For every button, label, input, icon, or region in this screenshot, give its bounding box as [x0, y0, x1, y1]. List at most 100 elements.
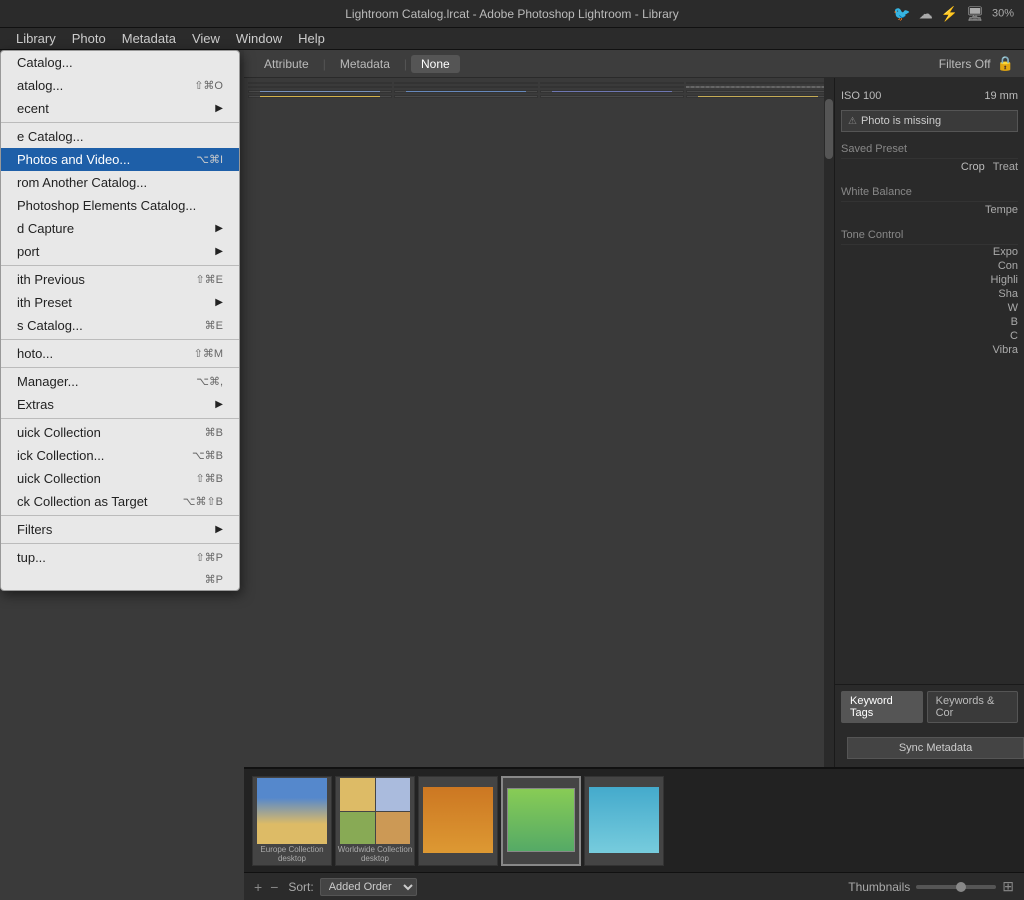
grid-row-3: 199 ! 201 ! 202 ! 203	[248, 90, 830, 93]
dropdown-setup[interactable]: tup... ⇧⌘P	[1, 546, 239, 569]
shadow-label: Sha	[998, 288, 1018, 300]
tone-section: Tone Control Expo Con Highli Sha	[841, 226, 1018, 357]
thumbnails-label: Thumbnails	[848, 880, 910, 894]
bottom-bar: + − Sort: Added Order Capture Time File …	[244, 872, 1024, 900]
content-area: 86 ! 87 ! 88 !	[244, 78, 1024, 767]
white-balance-field: White Balance	[841, 183, 1018, 202]
grid-row-2: 93 ! 94 ! 95 ! 96	[248, 86, 830, 88]
slider-thumb[interactable]	[956, 882, 966, 892]
dropdown-quick-collection2[interactable]: ick Collection... ⌥⌘B	[1, 444, 239, 467]
dropdown-another-catalog[interactable]: rom Another Catalog...	[1, 171, 239, 194]
scroll-thumb[interactable]	[825, 99, 833, 159]
grid-row-1: 86 ! 87 ! 88 !	[248, 82, 830, 84]
filmstrip-item-4[interactable]	[501, 776, 581, 866]
battery-info: 30%	[992, 8, 1014, 20]
dropdown-quick-collection[interactable]: uick Collection ⌘B	[1, 421, 239, 444]
bluetooth-icon: ⚡	[941, 5, 958, 22]
grid-cell-209[interactable]: ! Worldwide Collection desktop	[540, 95, 684, 98]
grid-cell-199[interactable]: 199 !	[248, 90, 392, 93]
menu-metadata[interactable]: Metadata	[114, 29, 184, 48]
dropdown-export[interactable]: port ▶	[1, 240, 239, 263]
dropdown-collection-target[interactable]: ck Collection as Target ⌥⌘⇧B	[1, 490, 239, 513]
menu-view[interactable]: View	[184, 29, 228, 48]
grid-cell-86[interactable]: 86 !	[248, 82, 392, 84]
missing-photo-box: ⚠ Photo is missing	[841, 110, 1018, 132]
white-balance-label: White Balance	[841, 186, 912, 198]
grid-cell-94[interactable]: 94 !	[394, 86, 538, 88]
right-panel-top: ISO 100 19 mm ⚠ Photo is missing Saved P…	[835, 78, 1024, 685]
dropdown-with-previous[interactable]: ith Previous ⇧⌘E	[1, 268, 239, 291]
dropdown-extras[interactable]: Extras ▶	[1, 393, 239, 416]
sort-select[interactable]: Added Order Capture Time File Name	[320, 878, 417, 896]
separator-1	[1, 122, 239, 123]
dropdown-open-catalog[interactable]: atalog... ⇧⌘O	[1, 74, 239, 97]
dropdown-with-preset[interactable]: ith Preset ▶	[1, 291, 239, 314]
filter-tab-attribute[interactable]: Attribute	[254, 55, 319, 73]
dropdown-catalog[interactable]: Catalog...	[1, 51, 239, 74]
filmstrip-item-3[interactable]	[418, 776, 498, 866]
exposure-label: Expo	[993, 246, 1018, 258]
separator-2	[1, 265, 239, 266]
tone-field: Tone Control	[841, 226, 1018, 245]
separator-7	[1, 543, 239, 544]
preset-section: Saved Preset Crop Treat	[841, 140, 1018, 175]
thumbnail-size-slider[interactable]	[916, 885, 996, 889]
treat-label: Treat	[993, 161, 1018, 173]
dropdown-quick-collection3[interactable]: uick Collection ⇧⌘B	[1, 467, 239, 490]
sync-metadata-button[interactable]: Sync Metadata	[847, 737, 1024, 759]
grid-cell-93[interactable]: 93 !	[248, 86, 392, 88]
saved-preset-label: Saved Preset	[841, 143, 907, 155]
grid-cell-201[interactable]: 201 !	[394, 90, 538, 93]
dropdown-new-catalog[interactable]: e Catalog...	[1, 125, 239, 148]
lock-icon[interactable]: 🔒	[997, 55, 1014, 72]
temp-label: Tempe	[985, 204, 1018, 216]
minus-icon[interactable]: −	[270, 879, 278, 895]
dropdown-photos-video[interactable]: Photos and Video... ⌥⌘I	[1, 148, 239, 171]
menu-bar: Library Photo Metadata View Window Help	[0, 28, 1024, 50]
keyword-tags-tab[interactable]: Keyword Tags	[841, 691, 923, 723]
grid-cell-87[interactable]: 87 !	[394, 82, 538, 84]
right-panel: ISO 100 19 mm ⚠ Photo is missing Saved P…	[834, 78, 1024, 767]
menu-library[interactable]: Library	[8, 29, 64, 48]
dropdown-menu: Catalog... atalog... ⇧⌘O ecent ▶ e Catal…	[0, 50, 240, 591]
dropdown-as-catalog[interactable]: s Catalog... ⌘E	[1, 314, 239, 337]
filter-tab-metadata[interactable]: Metadata	[330, 55, 400, 73]
main-content: Attribute | Metadata | None Filters Off …	[244, 50, 1024, 900]
scroll-track[interactable]	[824, 78, 834, 767]
dropdown-recent[interactable]: ecent ▶	[1, 97, 239, 120]
bottom-icons: + −	[254, 879, 278, 895]
filmstrip-item-2[interactable]: Worldwide Collection desktop	[335, 776, 415, 866]
sort-area: Sort: Added Order Capture Time File Name	[288, 878, 416, 896]
grid-cell-208[interactable]: ! Worldwide Collection desktop	[394, 95, 538, 98]
vibrance-label: Vibra	[993, 344, 1018, 356]
menu-window[interactable]: Window	[228, 29, 290, 48]
grid-cell-95[interactable]: 95 !	[540, 86, 684, 88]
dropdown-capture[interactable]: d Capture ▶	[1, 217, 239, 240]
keywords-cor-tab[interactable]: Keywords & Cor	[927, 691, 1018, 723]
dropdown-manager[interactable]: Manager... ⌥⌘,	[1, 370, 239, 393]
dropdown-filters[interactable]: Filters ▶	[1, 518, 239, 541]
grid-cell-210[interactable]: ! Worldwide Collection desktop	[686, 95, 830, 98]
photo-grid: 86 ! 87 ! 88 !	[244, 78, 834, 102]
iso-value: ISO 100	[841, 90, 881, 102]
add-icon[interactable]: +	[254, 879, 262, 895]
grid-cell-89[interactable]: 89 !	[686, 82, 830, 84]
clarity-label: C	[1010, 330, 1018, 342]
filter-tab-none[interactable]: None	[411, 55, 460, 73]
grid-cell-96[interactable]: 96 !	[686, 86, 830, 88]
grid-cell-202[interactable]: 202 !	[540, 90, 684, 93]
grid-cell-207[interactable]: 207 ! Europe Collection desktop	[248, 95, 392, 98]
menu-photo[interactable]: Photo	[64, 29, 114, 48]
keyword-tabs: Keyword Tags Keywords & Cor	[835, 685, 1024, 729]
dropdown-photo[interactable]: hoto... ⇧⌘M	[1, 342, 239, 365]
filmstrip-item-1[interactable]: Europe Collection desktop	[252, 776, 332, 866]
dropdown-print[interactable]: ⌘P	[1, 569, 239, 590]
filmstrip-item-5[interactable]	[584, 776, 664, 866]
menu-help[interactable]: Help	[290, 29, 333, 48]
cloud-icon: ☁	[919, 5, 933, 22]
grid-cell-203[interactable]: 203 ! Europe Collection desktop	[686, 90, 830, 93]
expand-icon[interactable]: ⊞	[1002, 878, 1014, 895]
dropdown-elements-catalog[interactable]: Photoshop Elements Catalog...	[1, 194, 239, 217]
exif-section: ISO 100 19 mm ⚠ Photo is missing	[841, 86, 1018, 132]
grid-cell-88[interactable]: 88 !	[540, 82, 684, 84]
